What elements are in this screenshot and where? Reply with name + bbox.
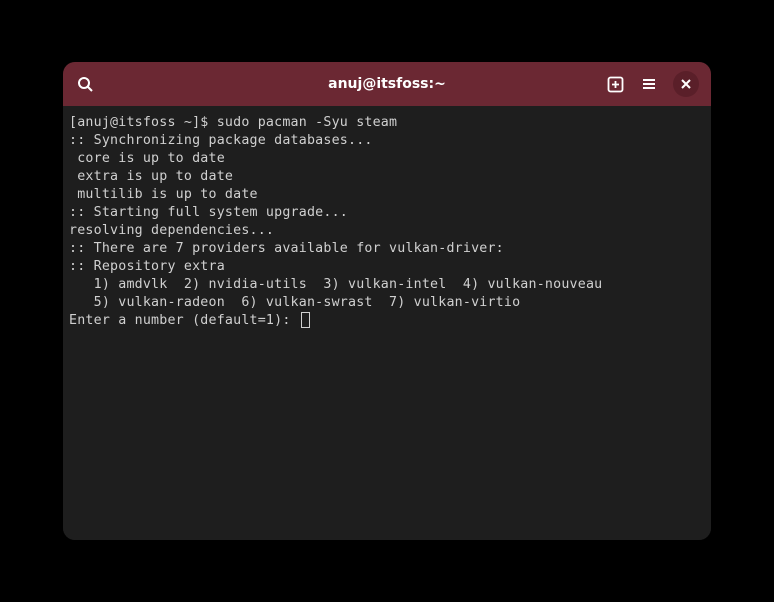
terminal-line: core is up to date	[69, 150, 705, 168]
cursor	[301, 312, 310, 328]
terminal-line: resolving dependencies...	[69, 222, 705, 240]
window-title: anuj@itsfoss:~	[328, 76, 446, 92]
terminal-prompt-text: Enter a number (default=1):	[69, 313, 299, 328]
close-button[interactable]	[673, 71, 699, 97]
hamburger-icon	[641, 76, 657, 92]
new-tab-button[interactable]	[605, 74, 625, 94]
search-button[interactable]	[75, 74, 95, 94]
menu-button[interactable]	[639, 74, 659, 94]
close-icon	[680, 78, 692, 90]
terminal-line: 1) amdvlk 2) nvidia-utils 3) vulkan-inte…	[69, 276, 705, 294]
terminal-output[interactable]: [anuj@itsfoss ~]$ sudo pacman -Syu steam…	[63, 106, 711, 540]
terminal-line: :: There are 7 providers available for v…	[69, 240, 705, 258]
titlebar-left	[75, 74, 95, 94]
terminal-line: :: Starting full system upgrade...	[69, 204, 705, 222]
terminal-line: [anuj@itsfoss ~]$ sudo pacman -Syu steam	[69, 114, 705, 132]
titlebar: anuj@itsfoss:~	[63, 62, 711, 106]
terminal-line: extra is up to date	[69, 168, 705, 186]
plus-box-icon	[607, 76, 624, 93]
titlebar-right	[605, 71, 699, 97]
search-icon	[77, 76, 93, 92]
terminal-line: 5) vulkan-radeon 6) vulkan-swrast 7) vul…	[69, 294, 705, 312]
terminal-line: multilib is up to date	[69, 186, 705, 204]
terminal-line: :: Repository extra	[69, 258, 705, 276]
terminal-prompt-line: Enter a number (default=1):	[69, 312, 705, 330]
terminal-window: anuj@itsfoss:~	[63, 62, 711, 540]
terminal-line: :: Synchronizing package databases...	[69, 132, 705, 150]
